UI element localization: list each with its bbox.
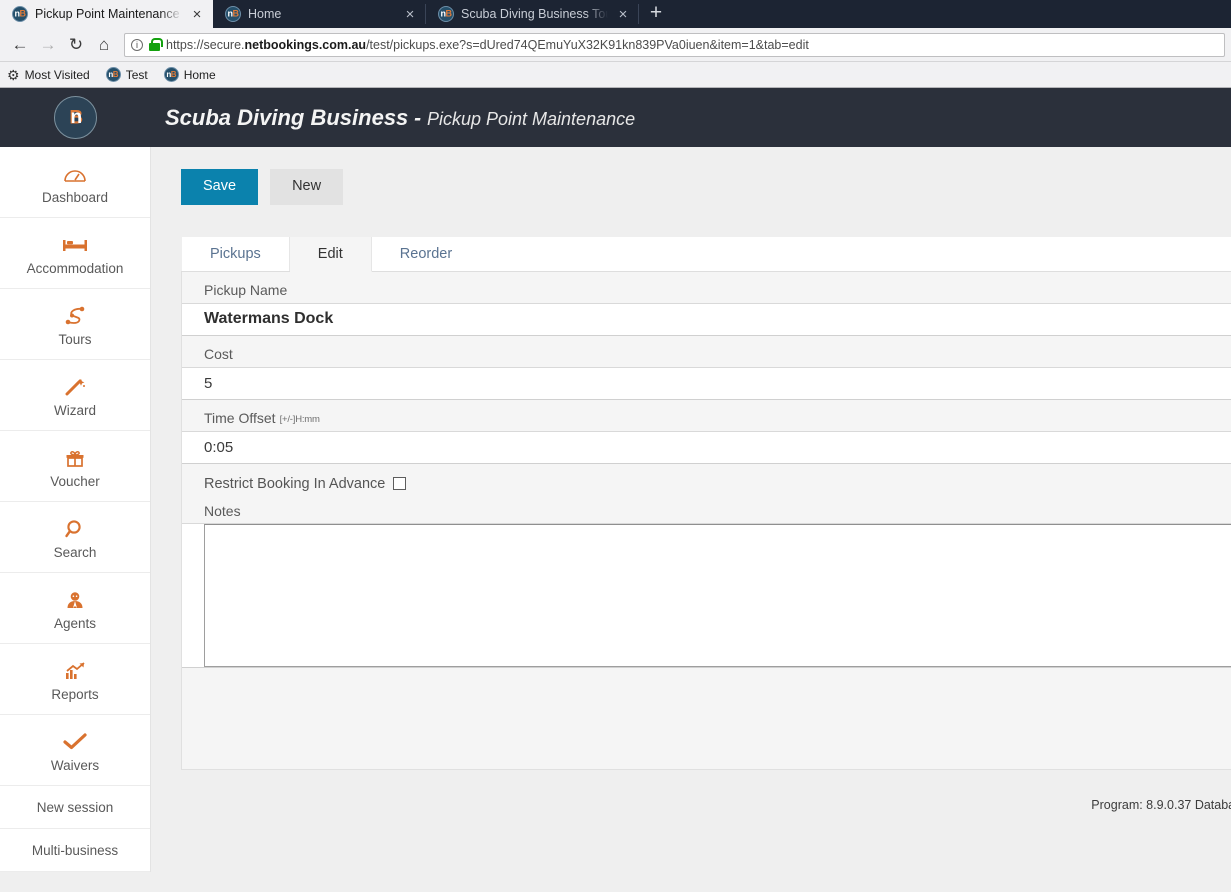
bookmark-most-visited[interactable]: ⚙ Most Visited [7,68,90,82]
time-offset-label: Time Offset [+/-]H:mm [182,399,1231,431]
notes-field-wrapper [182,522,1231,668]
lock-icon [149,38,163,51]
business-name: Scuba Diving Business [165,104,409,130]
sidebar-item-label: Waivers [50,758,100,773]
restrict-booking-checkbox[interactable] [393,477,407,491]
sidebar-item-label: Search [53,545,97,560]
browser-tab-title: Scuba Diving Business Tour Cal [461,7,608,21]
forward-icon[interactable]: → [34,31,62,59]
bookmark-label: Test [125,67,148,82]
web-application: nB Scuba Diving Business - Pickup Point … [0,88,1231,892]
dashboard-gauge-icon [0,161,150,187]
save-button[interactable]: Save [181,169,259,205]
sidebar-item-accommodation[interactable]: Accommodation [0,218,150,289]
sidebar-item-label: Voucher [50,474,100,489]
time-offset-label-text: Time Offset [204,409,276,426]
app-body: Dashboard Accommodation Tours Wizard Vou… [0,147,1231,892]
edit-form-panel: Pickup Name Watermans Dock Cost 5 Time O… [181,271,1231,770]
nb-favicon-icon: nB [163,67,179,82]
close-icon[interactable]: × [189,7,205,22]
reload-icon[interactable]: ↻ [62,31,90,59]
back-icon[interactable]: ← [6,31,34,59]
address-bar[interactable]: i https://secure.netbookings.com.au/test… [124,32,1225,57]
title-separator: - [414,106,422,130]
tab-pickups[interactable]: Pickups [182,237,290,271]
browser-tab-2[interactable]: nB Home × [213,0,426,28]
sidebar-item-label: Agents [53,616,97,631]
netbookings-logo-icon: nB [54,96,97,139]
sidebar-item-reports[interactable]: Reports [0,644,150,715]
magic-wand-icon [0,374,150,400]
gear-icon: ⚙ [7,66,20,83]
panel-spacer [182,667,1231,718]
bookmark-label: Most Visited [24,67,90,82]
sidebar-item-multi-business[interactable]: Multi-business [0,829,150,872]
nb-favicon-icon: nB [105,67,121,82]
route-icon [0,303,150,329]
nb-favicon-icon: nB [438,6,454,22]
sidebar-item-voucher[interactable]: Voucher [0,431,150,502]
page-name: Pickup Point Maintenance [426,108,636,129]
bookmark-label: Home [183,67,216,82]
time-offset-input[interactable]: 0:05 [182,430,1231,464]
action-toolbar: Save New [181,169,1231,205]
url-text: https://secure.netbookings.com.au/test/p… [166,37,809,52]
home-icon[interactable]: ⌂ [90,31,118,59]
restrict-booking-row: Restrict Booking In Advance [182,463,1231,503]
sidebar-item-new-session[interactable]: New session [0,786,150,829]
sidebar-item-search[interactable]: Search [0,502,150,573]
tab-edit[interactable]: Edit [289,237,372,272]
notes-label: Notes [182,502,1231,523]
notes-textarea[interactable] [204,523,1231,667]
sidebar-item-label: New session [36,800,114,815]
browser-tab-3[interactable]: nB Scuba Diving Business Tour Cal × [426,0,639,28]
sidebar-item-label: Tours [58,332,92,347]
sidebar-item-label: Dashboard [41,190,109,205]
pickup-name-label: Pickup Name [182,271,1231,303]
main-content: Save New Pickups Edit Reorder Pickup Nam… [151,147,1231,892]
page-title: Scuba Diving Business - Pickup Point Mai… [151,105,635,131]
tab-reorder[interactable]: Reorder [371,237,1231,271]
sidebar-item-agents[interactable]: Agents [0,573,150,644]
sidebar-item-label: Multi-business [31,843,119,858]
sidebar-item-waivers[interactable]: Waivers [0,715,150,786]
app-header: nB Scuba Diving Business - Pickup Point … [0,88,1231,147]
magnifier-icon [0,516,150,542]
bookmark-home[interactable]: nB Home [163,67,216,82]
site-info-icon[interactable]: i [131,38,143,51]
close-icon[interactable]: × [402,7,418,22]
browser-tab-strip: nB Pickup Point Maintenance × nB Home × … [0,0,1231,28]
bookmark-test[interactable]: nB Test [105,67,148,82]
version-footer: Program: 8.9.0.37 Database: 8.10.25 [1091,797,1231,812]
time-offset-format-hint: [+/-]H:mm [279,413,320,425]
bookmarks-bar: ⚙ Most Visited nB Test nB Home [0,62,1231,88]
person-tie-icon [0,587,150,613]
sidebar: Dashboard Accommodation Tours Wizard Vou… [0,147,151,872]
sidebar-item-label: Reports [51,687,99,702]
browser-tab-title: Pickup Point Maintenance [35,7,180,21]
close-icon[interactable]: × [615,7,631,22]
sidebar-item-label: Accommodation [26,261,124,276]
sidebar-item-dashboard[interactable]: Dashboard [0,147,150,218]
browser-tab-title: Home [248,7,282,21]
cost-label: Cost [182,335,1231,367]
bar-chart-arrow-icon [0,658,150,684]
sidebar-item-wizard[interactable]: Wizard [0,360,150,431]
tab-bar: Pickups Edit Reorder [181,233,1231,272]
checkmark-icon [0,729,150,755]
sidebar-item-tours[interactable]: Tours [0,289,150,360]
logo-container[interactable]: nB [0,96,151,139]
browser-tab-1[interactable]: nB Pickup Point Maintenance × [0,0,213,28]
cost-input[interactable]: 5 [182,366,1231,400]
gift-icon [0,445,150,471]
browser-nav-bar: ← → ↻ ⌂ i https://secure.netbookings.com… [0,28,1231,62]
pickup-name-input[interactable]: Watermans Dock [182,302,1231,336]
restrict-booking-label: Restrict Booking In Advance [204,475,386,492]
new-tab-button[interactable]: + [639,0,673,28]
nb-favicon-icon: nB [225,6,241,22]
new-button[interactable]: New [270,169,344,205]
bed-icon [0,232,150,258]
nb-favicon-icon: nB [12,6,28,22]
sidebar-item-label: Wizard [53,403,96,418]
